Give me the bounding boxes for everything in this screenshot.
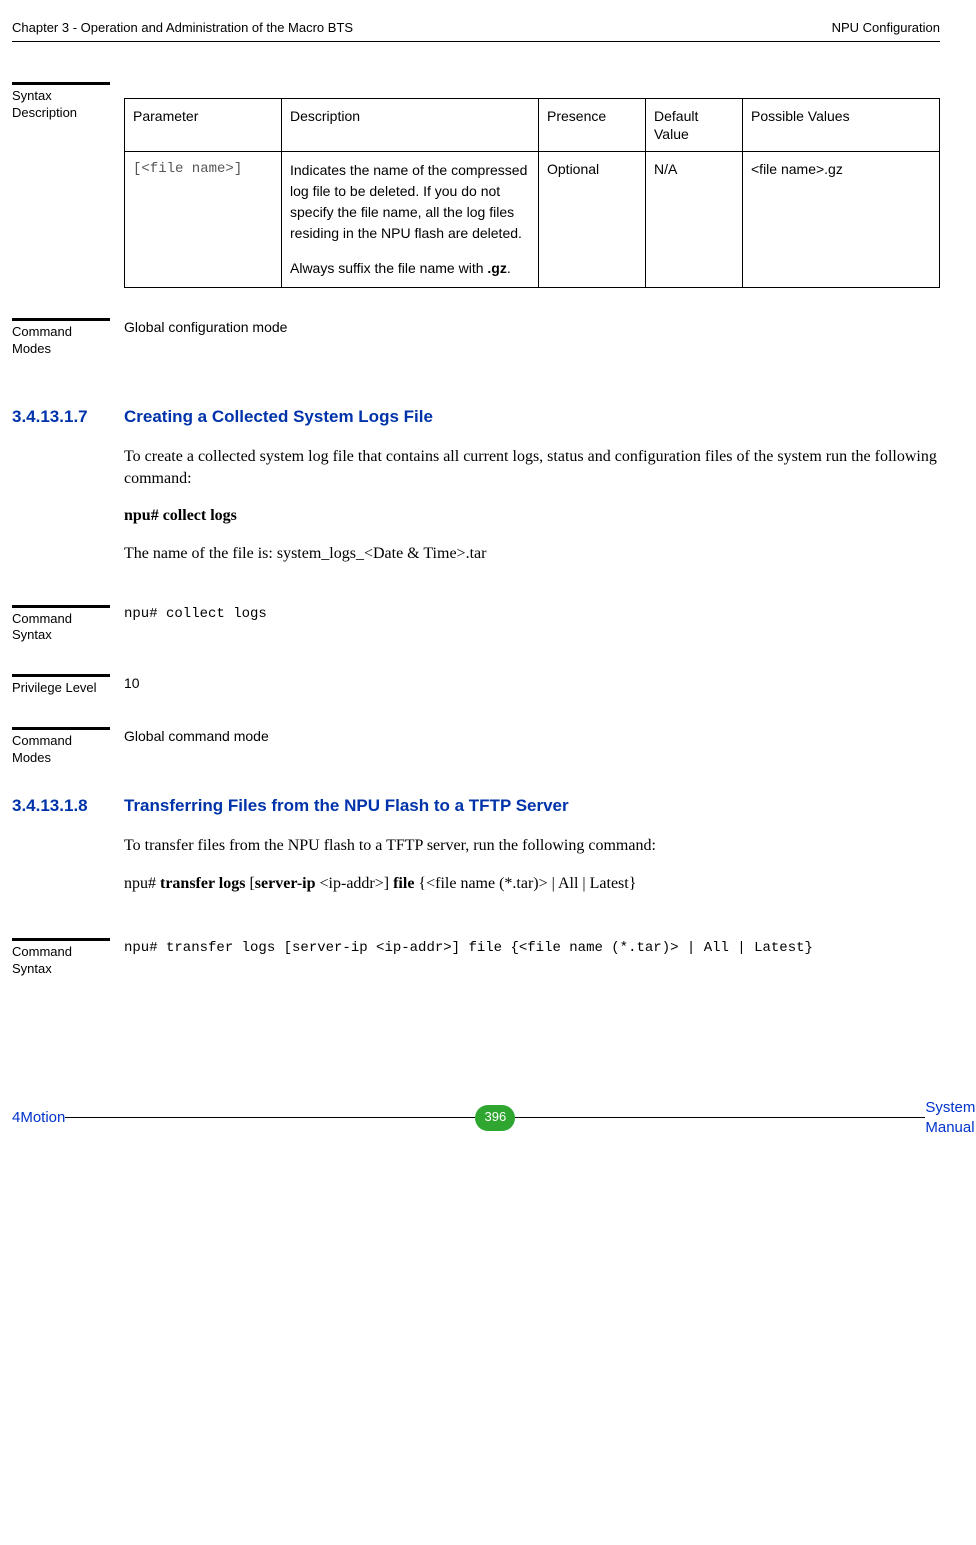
param-table-wrap: Parameter Description Presence Default V… <box>110 82 940 288</box>
cell-default: N/A <box>646 152 743 288</box>
page-footer: 4Motion 396 System Manual <box>12 1098 940 1137</box>
side-label-wrap: Command Modes <box>12 727 110 767</box>
command-modes-value-1: Global configuration mode <box>110 318 940 336</box>
desc-p2: Always suffix the file name with .gz. <box>290 258 530 279</box>
command-modes-value-2: Global command mode <box>110 727 940 745</box>
sec2-p1: To transfer files from the NPU flash to … <box>124 835 940 857</box>
footer-rule-left <box>65 1117 475 1118</box>
section-title-1: Creating a Collected System Logs File <box>110 406 940 428</box>
syntax-description-block: Syntax Description Parameter Description… <box>12 82 940 288</box>
header-rule <box>12 41 940 42</box>
side-label-wrap: Command Syntax <box>12 605 110 645</box>
sec1-cmd: npu# collect logs <box>124 505 940 527</box>
sec2-cmd-suffix: {<file name (*.tar)> | All | Latest} <box>414 875 636 892</box>
side-label-wrap: Command Modes <box>12 318 110 358</box>
syntax-description-label: Syntax Description <box>12 88 110 122</box>
privilege-level-block: Privilege Level 10 <box>12 674 940 697</box>
sec2-cmd-mid1: [ <box>245 875 254 892</box>
command-modes-label: Command Modes <box>12 324 110 358</box>
footer-left: 4Motion <box>12 1108 65 1128</box>
header-left: Chapter 3 - Operation and Administration… <box>12 20 353 37</box>
section-number-2: 3.4.13.1.8 <box>12 795 110 817</box>
sec2-cmd-mid2: <ip-addr>] <box>316 875 394 892</box>
header-right: NPU Configuration <box>832 20 940 37</box>
footer-center: 396 <box>65 1105 925 1131</box>
cell-parameter: [<file name>] <box>125 152 282 288</box>
privilege-level-value: 10 <box>110 674 940 692</box>
footer-right: System Manual <box>925 1098 975 1137</box>
desc-p2-bold: .gz <box>487 260 506 276</box>
cell-description: Indicates the name of the compressed log… <box>282 152 539 288</box>
command-modes-block-2: Command Modes Global command mode <box>12 727 940 767</box>
privilege-level-label: Privilege Level <box>12 680 110 697</box>
side-rule <box>12 727 110 730</box>
sec2-cmd-b1: transfer logs <box>160 875 245 892</box>
command-syntax-value-2: npu# transfer logs [server-ip <ip-addr>]… <box>110 938 940 959</box>
command-syntax-block-1: Command Syntax npu# collect logs <box>12 605 940 645</box>
section-heading-1: 3.4.13.1.7 Creating a Collected System L… <box>12 406 940 428</box>
side-rule <box>12 674 110 677</box>
command-syntax-label: Command Syntax <box>12 611 110 645</box>
col-presence: Presence <box>539 98 646 151</box>
table-header-row: Parameter Description Presence Default V… <box>125 98 940 151</box>
col-parameter: Parameter <box>125 98 282 151</box>
side-label-wrap: Privilege Level <box>12 674 110 697</box>
col-possible: Possible Values <box>743 98 940 151</box>
side-rule <box>12 938 110 941</box>
page-number-badge: 396 <box>475 1105 515 1131</box>
col-default: Default Value <box>646 98 743 151</box>
command-modes-block-1: Command Modes Global configuration mode <box>12 318 940 358</box>
command-syntax-block-2: Command Syntax npu# transfer logs [serve… <box>12 938 940 978</box>
section-title-2: Transferring Files from the NPU Flash to… <box>110 795 940 817</box>
page-header: Chapter 3 - Operation and Administration… <box>12 20 940 37</box>
parameter-table: Parameter Description Presence Default V… <box>124 98 940 288</box>
sec1-p2: The name of the file is: system_logs_<Da… <box>124 543 940 565</box>
command-modes-label: Command Modes <box>12 733 110 767</box>
section-number-1: 3.4.13.1.7 <box>12 406 110 428</box>
desc-p2-suffix: . <box>507 260 511 276</box>
table-row: [<file name>] Indicates the name of the … <box>125 152 940 288</box>
side-rule <box>12 605 110 608</box>
cell-presence: Optional <box>539 152 646 288</box>
sec2-cmd-b2: server-ip <box>255 875 316 892</box>
sec1-p1: To create a collected system log file th… <box>124 446 940 489</box>
desc-p1: Indicates the name of the compressed log… <box>290 160 530 244</box>
sec2-cmd: npu# transfer logs [server-ip <ip-addr>]… <box>124 873 940 895</box>
sec2-cmd-b3: file <box>393 875 414 892</box>
footer-rule-right <box>515 1117 925 1118</box>
side-rule <box>12 82 110 85</box>
col-description: Description <box>282 98 539 151</box>
side-label-wrap: Command Syntax <box>12 938 110 978</box>
desc-p2-prefix: Always suffix the file name with <box>290 260 487 276</box>
command-syntax-label: Command Syntax <box>12 944 110 978</box>
sec2-cmd-prefix: npu# <box>124 875 160 892</box>
section-heading-2: 3.4.13.1.8 Transferring Files from the N… <box>12 795 940 817</box>
side-rule <box>12 318 110 321</box>
command-syntax-value-1: npu# collect logs <box>110 605 940 623</box>
side-label-wrap: Syntax Description <box>12 82 110 122</box>
cell-possible: <file name>.gz <box>743 152 940 288</box>
